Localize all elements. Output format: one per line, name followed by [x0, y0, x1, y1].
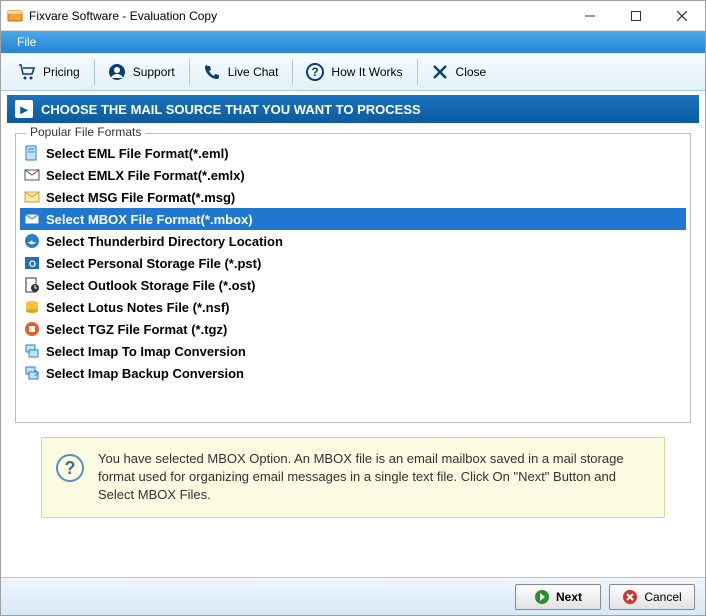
imap-icon — [24, 343, 40, 359]
format-label: Select MSG File Format(*.msg) — [46, 190, 235, 205]
app-window: Fixvare Software - Evaluation Copy File … — [0, 0, 706, 616]
msg-icon — [24, 189, 40, 205]
section-title: CHOOSE THE MAIL SOURCE THAT YOU WANT TO … — [41, 102, 421, 117]
toolbar-separator — [292, 59, 293, 85]
howitworks-label: How It Works — [331, 65, 402, 79]
question-icon: ? — [305, 62, 325, 82]
close-button[interactable]: Close — [420, 58, 497, 86]
next-button[interactable]: Next — [515, 584, 601, 610]
formats-fieldset: Popular File Formats Select EML File For… — [15, 133, 691, 423]
pst-icon: O — [24, 255, 40, 271]
livechat-button[interactable]: Live Chat — [192, 58, 289, 86]
eml-icon — [24, 145, 40, 161]
format-item-mbox[interactable]: Select MBOX File Format(*.mbox) — [20, 208, 686, 230]
pricing-button[interactable]: Pricing — [7, 58, 90, 86]
format-item-tgz[interactable]: Select TGZ File Format (*.tgz) — [20, 318, 686, 340]
format-item-pst[interactable]: O Select Personal Storage File (*.pst) — [20, 252, 686, 274]
pricing-label: Pricing — [43, 65, 80, 79]
format-item-tbird[interactable]: Select Thunderbird Directory Location — [20, 230, 686, 252]
format-item-imap[interactable]: Select Imap To Imap Conversion — [20, 340, 686, 362]
cancel-label: Cancel — [644, 590, 681, 604]
format-item-eml[interactable]: Select EML File Format(*.eml) — [20, 142, 686, 164]
next-icon — [534, 589, 550, 605]
ost-icon — [24, 277, 40, 293]
maximize-button[interactable] — [613, 1, 659, 31]
format-item-imapb[interactable]: Select Imap Backup Conversion — [20, 362, 686, 384]
nsf-icon — [24, 299, 40, 315]
close-window-button[interactable] — [659, 1, 705, 31]
format-label: Select TGZ File Format (*.tgz) — [46, 322, 227, 337]
phone-icon — [202, 62, 222, 82]
format-item-nsf[interactable]: Select Lotus Notes File (*.nsf) — [20, 296, 686, 318]
close-label: Close — [456, 65, 487, 79]
format-label: Select Personal Storage File (*.pst) — [46, 256, 261, 271]
format-label: Select Imap Backup Conversion — [46, 366, 244, 381]
format-label: Select EMLX File Format(*.emlx) — [46, 168, 245, 183]
support-button[interactable]: Support — [97, 58, 185, 86]
next-label: Next — [556, 590, 582, 604]
format-item-emlx[interactable]: Select EMLX File Format(*.emlx) — [20, 164, 686, 186]
cancel-button[interactable]: Cancel — [609, 584, 695, 610]
tgz-icon — [24, 321, 40, 337]
window-title: Fixvare Software - Evaluation Copy — [29, 9, 567, 23]
format-item-ost[interactable]: Select Outlook Storage File (*.ost) — [20, 274, 686, 296]
toolbar: Pricing Support Live Chat ? How It Works… — [1, 53, 705, 91]
menubar: File — [1, 31, 705, 53]
format-label: Select MBOX File Format(*.mbox) — [46, 212, 253, 227]
cancel-icon — [622, 589, 638, 605]
livechat-label: Live Chat — [228, 65, 279, 79]
toolbar-separator — [189, 59, 190, 85]
emlx-icon — [24, 167, 40, 183]
menu-file[interactable]: File — [9, 33, 44, 51]
formats-list: Select EML File Format(*.eml) Select EMLX… — [20, 142, 686, 384]
format-label: Select Lotus Notes File (*.nsf) — [46, 300, 229, 315]
page-icon: ▸ — [15, 100, 33, 118]
tbird-icon — [24, 233, 40, 249]
imapb-icon — [24, 365, 40, 381]
toolbar-separator — [94, 59, 95, 85]
format-label: Select EML File Format(*.eml) — [46, 146, 229, 161]
app-icon — [7, 8, 23, 24]
howitworks-button[interactable]: ? How It Works — [295, 58, 412, 86]
minimize-button[interactable] — [567, 1, 613, 31]
section-header: ▸ CHOOSE THE MAIL SOURCE THAT YOU WANT T… — [7, 95, 699, 123]
info-text: You have selected MBOX Option. An MBOX f… — [98, 450, 650, 505]
cart-icon — [17, 62, 37, 82]
titlebar: Fixvare Software - Evaluation Copy — [1, 1, 705, 31]
mbox-icon — [24, 211, 40, 227]
format-label: Select Imap To Imap Conversion — [46, 344, 246, 359]
toolbar-separator — [417, 59, 418, 85]
info-icon: ? — [56, 454, 84, 482]
format-label: Select Thunderbird Directory Location — [46, 234, 283, 249]
svg-text:?: ? — [312, 65, 319, 79]
format-item-msg[interactable]: Select MSG File Format(*.msg) — [20, 186, 686, 208]
footer: Next Cancel — [1, 577, 705, 615]
svg-text:O: O — [29, 259, 36, 269]
formats-legend: Popular File Formats — [26, 125, 145, 139]
content-area: Popular File Formats Select EML File For… — [1, 123, 705, 577]
close-icon — [430, 62, 450, 82]
headset-icon — [107, 62, 127, 82]
format-label: Select Outlook Storage File (*.ost) — [46, 278, 255, 293]
support-label: Support — [133, 65, 175, 79]
info-box: ? You have selected MBOX Option. An MBOX… — [41, 437, 665, 518]
